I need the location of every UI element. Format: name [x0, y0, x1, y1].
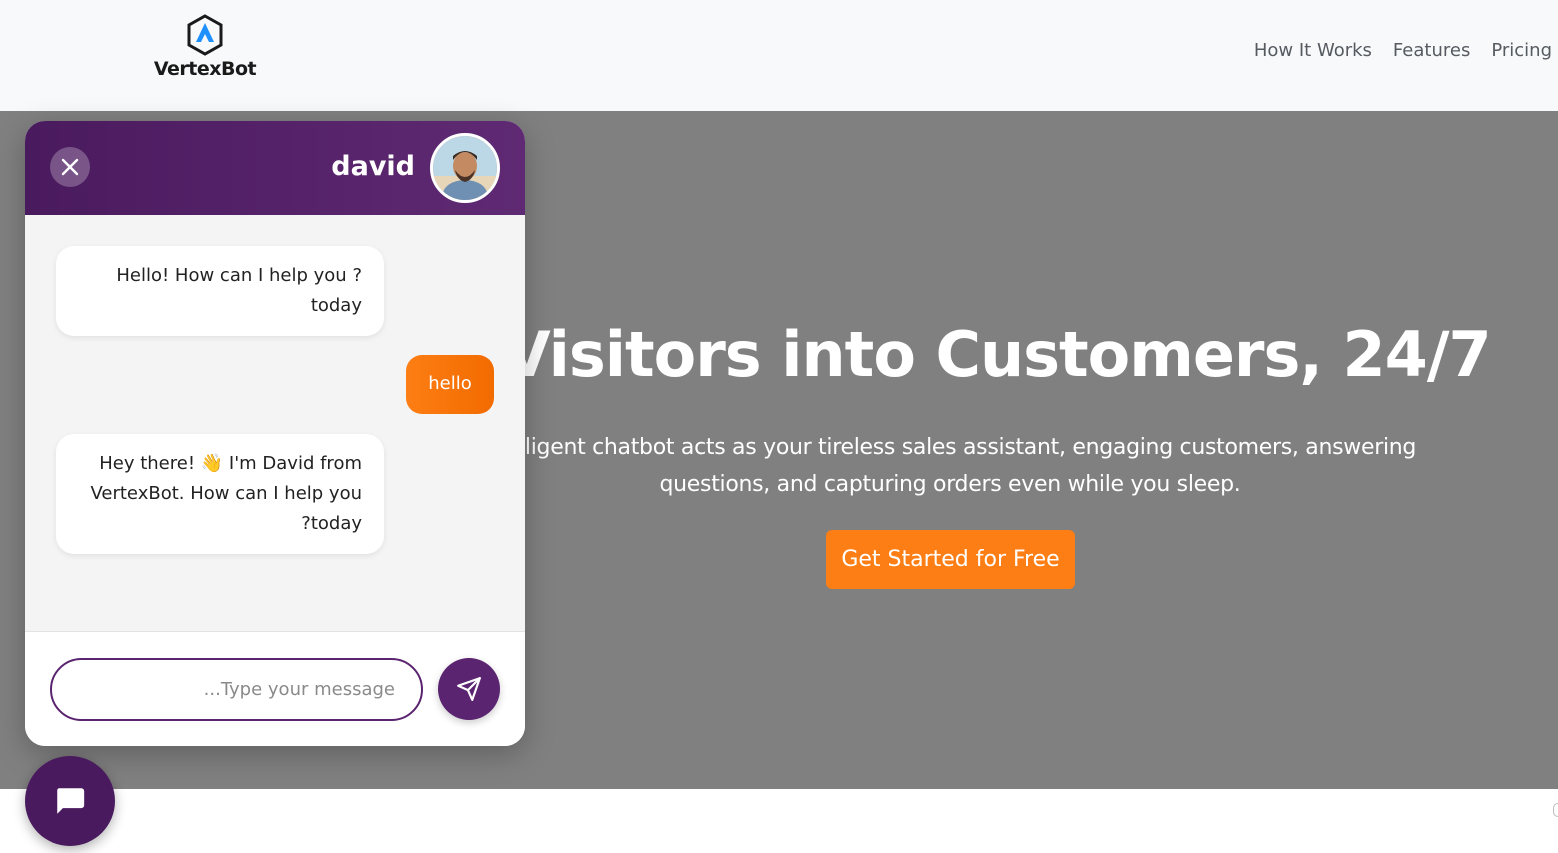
chat-bubble-icon: [57, 788, 85, 814]
nav-how-it-works[interactable]: How It Works: [1254, 40, 1372, 61]
logo-text: VertexBot: [153, 58, 257, 80]
logo[interactable]: VertexBot: [150, 14, 260, 84]
send-icon: [457, 677, 481, 701]
send-button[interactable]: [438, 658, 500, 720]
hero-subtitle: ntelligent chatbot acts as your tireless…: [483, 435, 1417, 497]
nav-pricing[interactable]: Pricing: [1491, 40, 1552, 61]
avatar-image: [433, 136, 497, 200]
logo-icon: [187, 14, 223, 56]
get-started-button[interactable]: Get Started for Free: [826, 530, 1075, 589]
site-header: VertexBot How It Works Features Pricing: [0, 0, 1558, 111]
bot-message: Hello! How can I help you ?today: [56, 246, 384, 336]
user-message: hello: [406, 355, 494, 414]
close-icon: [61, 158, 79, 176]
main-nav: How It Works Features Pricing: [1254, 40, 1552, 61]
nav-features[interactable]: Features: [1393, 40, 1470, 61]
chat-footer: [25, 631, 525, 746]
chat-launcher-button[interactable]: [25, 756, 115, 846]
message-input[interactable]: [50, 658, 423, 721]
chat-agent-name: david: [331, 151, 415, 182]
bot-message: Hey there! 👋 I'm David from VertexBot. H…: [56, 434, 384, 554]
chat-header: david: [25, 121, 525, 215]
hero-title: rn Visitors into Customers, 24/7: [409, 318, 1491, 391]
chat-window: david Hello! How can I help you ?today h…: [25, 121, 525, 746]
chat-close-button[interactable]: [50, 147, 90, 187]
agent-avatar: [430, 133, 500, 203]
scroll-indicator: [1553, 803, 1558, 817]
